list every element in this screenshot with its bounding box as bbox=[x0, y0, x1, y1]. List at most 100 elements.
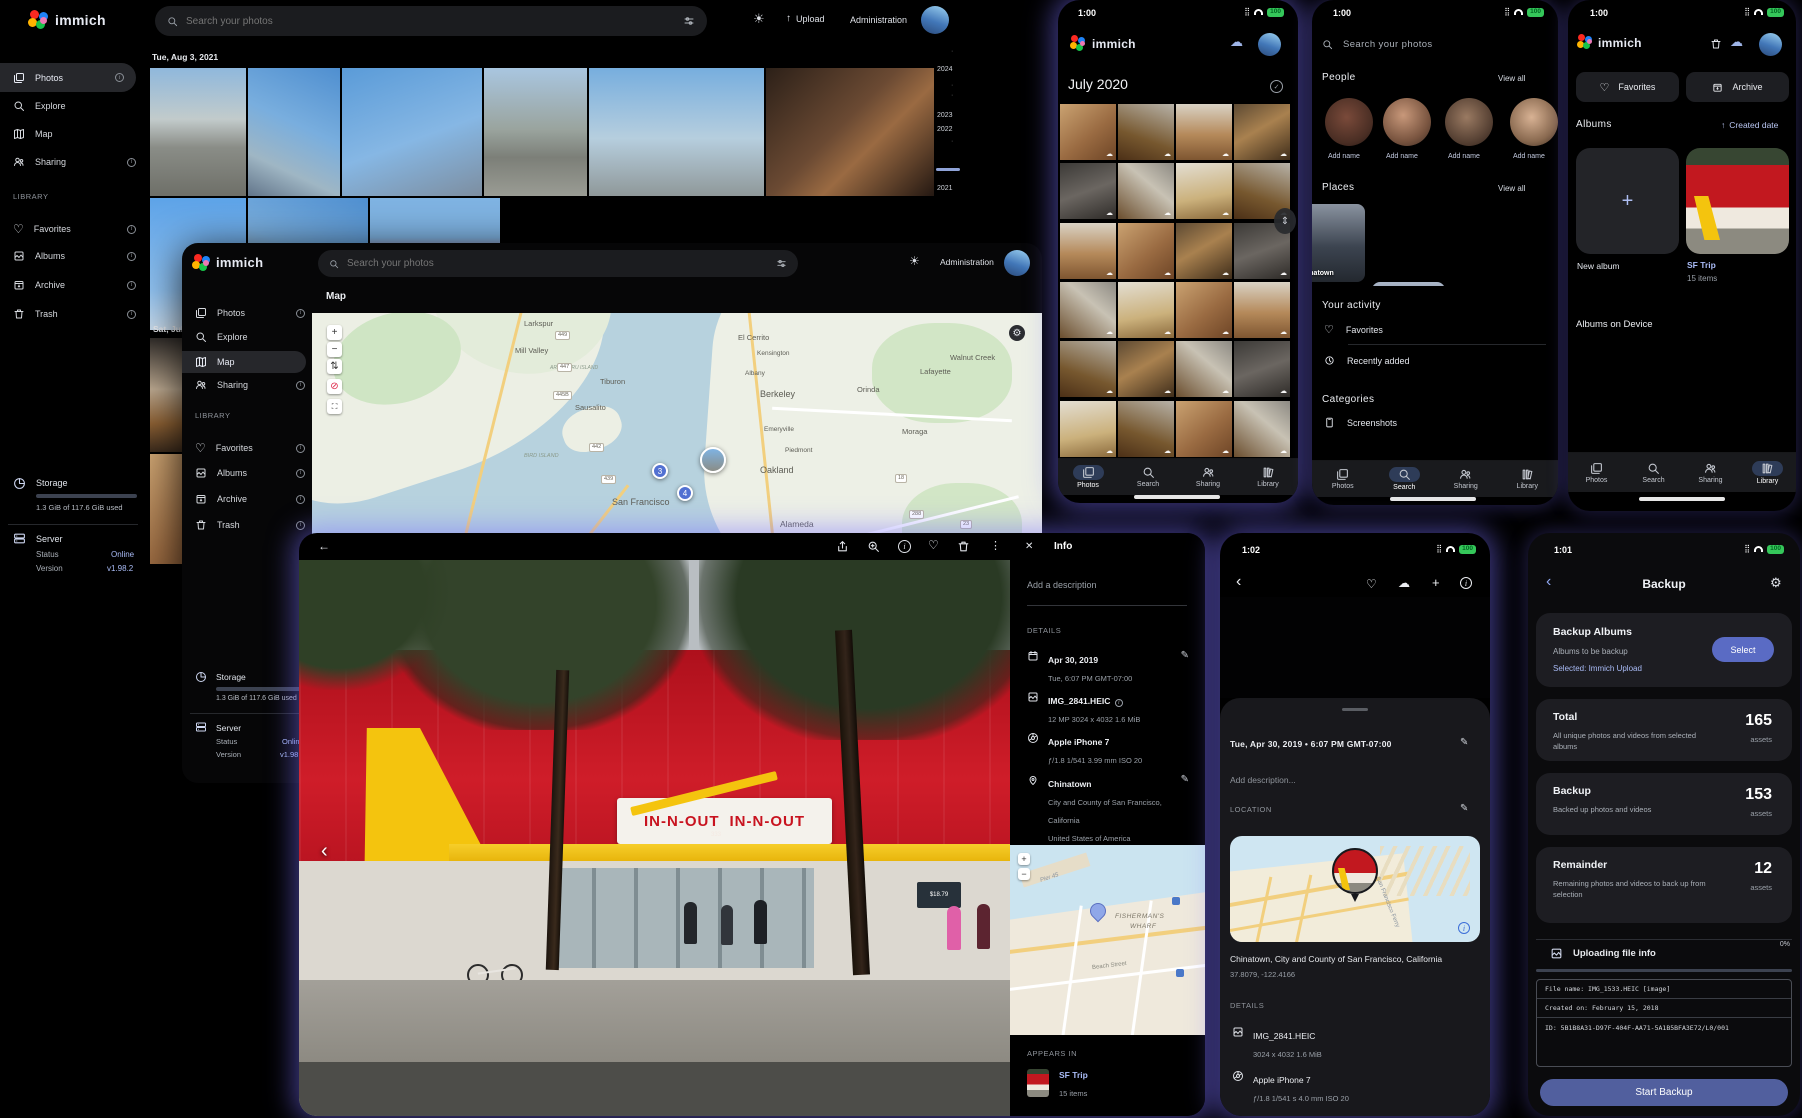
info-icon[interactable]: i bbox=[296, 444, 305, 453]
nav-sharing[interactable]: Sharing bbox=[1682, 453, 1739, 492]
administration-link[interactable]: Administration bbox=[940, 257, 994, 267]
sidebar-item-trash[interactable]: Trashi bbox=[195, 519, 305, 531]
sidebar-item-albums[interactable]: Albumsi bbox=[13, 250, 136, 262]
info-icon[interactable]: i bbox=[296, 381, 305, 390]
place-card[interactable]: Chinatown bbox=[1312, 204, 1365, 282]
sidebar-item-map-selected[interactable]: Map bbox=[182, 351, 306, 373]
photo-thumbnail[interactable]: ☁ bbox=[1118, 282, 1174, 338]
place-card[interactable]: Near North Side bbox=[1372, 282, 1445, 286]
albums-sort-button[interactable]: ↑Created date bbox=[1721, 120, 1778, 130]
person-avatar[interactable] bbox=[1383, 98, 1431, 146]
theme-toggle-icon[interactable]: ☀ bbox=[909, 254, 920, 268]
upload-cloud-icon[interactable]: ☁ bbox=[1398, 576, 1410, 590]
sidebar-item-map[interactable]: Map bbox=[13, 128, 53, 140]
sheet-drag-handle[interactable] bbox=[1342, 708, 1368, 711]
info-icon[interactable]: i bbox=[1460, 577, 1472, 589]
photo-thumbnail[interactable]: ☁ bbox=[1060, 282, 1116, 338]
sidebar-item-sharing[interactable]: Sharingi bbox=[195, 379, 305, 391]
nav-sharing[interactable]: Sharing bbox=[1435, 461, 1497, 497]
user-avatar[interactable] bbox=[1759, 33, 1782, 56]
info-icon[interactable]: i bbox=[127, 281, 136, 290]
search-input[interactable] bbox=[347, 258, 768, 269]
favorite-icon[interactable]: ♡ bbox=[928, 538, 939, 552]
screenshots-row[interactable]: Screenshots bbox=[1324, 417, 1397, 428]
nav-search[interactable]: Search bbox=[1118, 459, 1178, 495]
description-placeholder[interactable]: Add a description bbox=[1027, 580, 1097, 590]
photo-thumbnail[interactable] bbox=[150, 68, 246, 196]
sidebar-item-favorites[interactable]: ♡ Favoritesi bbox=[195, 441, 305, 455]
nav-search[interactable]: Search bbox=[1374, 461, 1436, 497]
person-avatar[interactable] bbox=[1325, 98, 1373, 146]
sidebar-item-sharing[interactable]: Sharingi bbox=[13, 156, 136, 168]
info-icon[interactable]: i bbox=[296, 469, 305, 478]
photo-thumbnail[interactable]: ☁ bbox=[1118, 104, 1174, 160]
photo-thumbnail[interactable]: ☁ bbox=[1118, 163, 1174, 219]
photo-thumbnail[interactable]: ☁ bbox=[1060, 163, 1116, 219]
favorite-icon[interactable]: ♡ bbox=[1366, 577, 1377, 591]
add-name-label[interactable]: Add name bbox=[1386, 153, 1418, 160]
sidebar-item-albums[interactable]: Albumsi bbox=[195, 467, 305, 479]
photo-thumbnail[interactable]: ☁ bbox=[1234, 341, 1290, 397]
gear-icon[interactable]: ⚙ bbox=[1770, 575, 1782, 591]
new-album-card[interactable]: + bbox=[1576, 148, 1679, 254]
administration-link[interactable]: Administration bbox=[850, 15, 907, 25]
recently-added-row[interactable]: Recently added bbox=[1324, 355, 1410, 366]
sidebar-item-trash[interactable]: Trashi bbox=[13, 308, 136, 320]
info-icon[interactable]: i bbox=[296, 309, 305, 318]
select-button[interactable]: Select bbox=[1712, 637, 1774, 662]
minimap-zoom-out[interactable]: − bbox=[1018, 868, 1030, 880]
info-icon[interactable]: i bbox=[127, 310, 136, 319]
nav-library[interactable]: Library bbox=[1739, 453, 1796, 492]
sidebar-item-archive[interactable]: Archivei bbox=[195, 493, 305, 505]
photo-thumbnail[interactable] bbox=[766, 68, 934, 196]
scrubber-handle[interactable] bbox=[936, 168, 960, 171]
photo-thumbnail[interactable] bbox=[484, 68, 587, 196]
search-bar[interactable] bbox=[155, 6, 707, 36]
nav-search[interactable]: Search bbox=[1625, 453, 1682, 492]
photo-thumbnail[interactable]: ☁ bbox=[1060, 104, 1116, 160]
add-icon[interactable]: + bbox=[1432, 575, 1440, 590]
back-button[interactable]: ← bbox=[318, 539, 330, 553]
photo-thumbnail[interactable]: ☁ bbox=[1060, 341, 1116, 397]
edit-location-icon[interactable]: ✎ bbox=[1181, 774, 1189, 846]
photo-thumbnail[interactable] bbox=[589, 68, 764, 196]
edit-date-icon[interactable]: ✎ bbox=[1181, 650, 1189, 686]
sidebar-item-explore[interactable]: Explore bbox=[13, 100, 66, 112]
map-fullscreen-button[interactable]: ⛶ bbox=[327, 399, 342, 414]
zoom-icon[interactable] bbox=[867, 540, 880, 553]
sidebar-item-explore[interactable]: Explore bbox=[195, 331, 248, 343]
location-map-card[interactable]: San Francisco Ferry i bbox=[1230, 836, 1480, 942]
back-chevron[interactable]: ‹ bbox=[1236, 573, 1241, 591]
location-mini-map[interactable]: Pier 45 FISHERMAN'S WHARF Beach Street +… bbox=[1010, 845, 1205, 1035]
photo-thumbnail[interactable] bbox=[248, 68, 340, 196]
minimap-zoom-in[interactable]: + bbox=[1018, 853, 1030, 865]
photo-thumbnail[interactable]: ☁ bbox=[1060, 223, 1116, 279]
timeline-scrubber[interactable]: 2024 ··· 2023 2022 · 2021 bbox=[933, 48, 962, 208]
upload-button[interactable]: ↑ Upload bbox=[786, 13, 825, 24]
photo-thumbnail[interactable]: ☁ bbox=[1234, 282, 1290, 338]
nav-sharing[interactable]: Sharing bbox=[1178, 459, 1238, 495]
info-icon[interactable]: i bbox=[115, 73, 124, 82]
person-avatar[interactable] bbox=[1510, 98, 1558, 146]
share-icon[interactable] bbox=[836, 540, 849, 553]
sidebar-item-photos[interactable]: Photosi bbox=[195, 307, 305, 319]
photo-thumbnail[interactable]: ☁ bbox=[1118, 223, 1174, 279]
edit-location-icon[interactable]: ✎ bbox=[1460, 803, 1468, 814]
favorites-row[interactable]: ♡Favorites bbox=[1324, 323, 1383, 336]
map-cluster-marker[interactable]: 4 bbox=[677, 485, 693, 501]
user-avatar[interactable] bbox=[921, 6, 949, 34]
add-name-label[interactable]: Add name bbox=[1328, 153, 1360, 160]
favorites-pill[interactable]: ♡Favorites bbox=[1576, 72, 1679, 102]
info-button[interactable]: i bbox=[898, 540, 911, 553]
photo-thumbnail[interactable] bbox=[342, 68, 482, 196]
map-info-badge[interactable]: i bbox=[1458, 922, 1470, 934]
sidebar-item-archive[interactable]: Archivei bbox=[13, 279, 136, 291]
person-avatar[interactable] bbox=[1445, 98, 1493, 146]
edit-date-icon[interactable]: ✎ bbox=[1460, 737, 1468, 748]
nav-photos[interactable]: Photos bbox=[1568, 453, 1625, 492]
appears-in-album[interactable]: SF Trip 15 items bbox=[1027, 1065, 1088, 1101]
map-zoom-in[interactable]: + bbox=[327, 325, 342, 340]
map-cluster-marker[interactable]: 3 bbox=[652, 463, 668, 479]
filter-icon[interactable] bbox=[776, 258, 787, 269]
map-photo-pin[interactable] bbox=[1332, 848, 1378, 894]
